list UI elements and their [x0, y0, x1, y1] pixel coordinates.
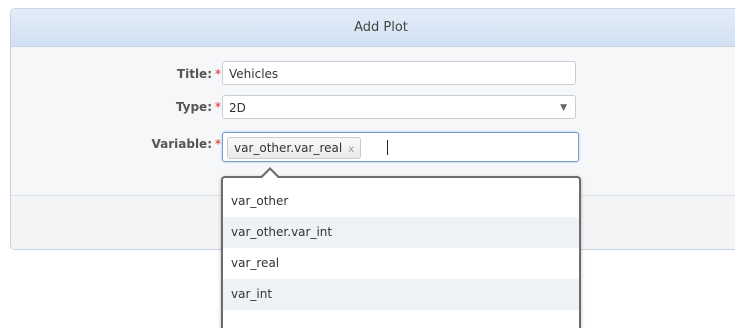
text-caret	[387, 140, 388, 155]
selected-variable-chip: var_other.var_real x	[227, 137, 362, 159]
dialog-title: Add Plot	[11, 9, 735, 47]
type-select-value: 2D	[229, 101, 246, 115]
type-select[interactable]: 2D ▼	[222, 95, 576, 119]
variable-field-label: Variable: *	[11, 137, 222, 151]
required-mark: *	[215, 67, 221, 81]
title-field-label: Title: *	[11, 67, 221, 81]
required-mark: *	[215, 100, 221, 114]
close-icon[interactable]: x	[348, 144, 354, 155]
title-label-text: Title:	[176, 67, 212, 81]
suggestion-item[interactable]: var_int	[223, 279, 579, 310]
required-mark: *	[215, 137, 221, 151]
variable-tag-input[interactable]: var_other.var_real x	[222, 132, 579, 162]
type-field-label: Type: *	[11, 100, 221, 114]
suggestion-item[interactable]: var_other	[223, 186, 579, 217]
variable-suggestions-dropdown: var_other var_other.var_int var_real var…	[221, 167, 581, 328]
type-label-text: Type:	[175, 100, 212, 114]
title-input[interactable]: Vehicles	[222, 61, 576, 85]
dialog-body: Title: * Vehicles Type: * 2D ▼ Variable: * …	[11, 47, 735, 197]
chevron-down-icon: ▼	[560, 103, 567, 113]
suggestion-item[interactable]: var_real	[223, 248, 579, 279]
suggestion-item[interactable]: var_other.var_int	[223, 217, 579, 248]
dropdown-pointer-inner	[261, 170, 279, 179]
variable-label-text: Variable:	[151, 137, 213, 151]
chip-label: var_other.var_real	[234, 141, 343, 155]
